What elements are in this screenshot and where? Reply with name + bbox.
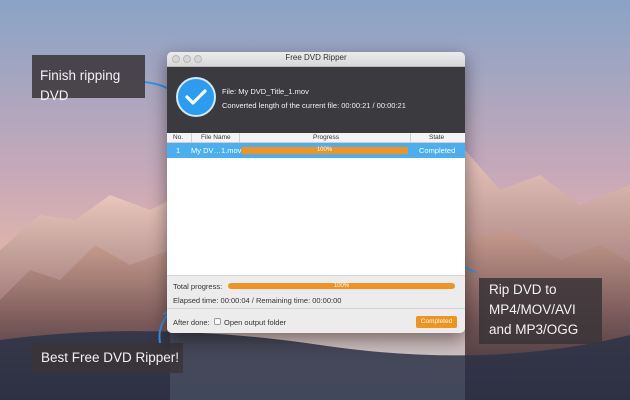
column-header-state[interactable]: State: [429, 134, 444, 141]
footer-divider: [167, 308, 465, 309]
column-header-progress[interactable]: Progress: [313, 134, 339, 141]
window-title: Free DVD Ripper: [285, 53, 347, 62]
completed-button[interactable]: Completed: [416, 316, 457, 328]
title-bar[interactable]: Free DVD Ripper: [167, 52, 465, 67]
total-progress-bar: 100%: [228, 283, 455, 289]
open-output-folder-label[interactable]: Open output folder: [224, 318, 286, 327]
elapsed-time-label: Elapsed time: 00:00:04 / Remaining time:…: [173, 296, 342, 305]
callout-rip-formats: Rip DVD to MP4/MOV/AVI and MP3/OGG: [479, 278, 602, 344]
column-header-no[interactable]: No.: [173, 134, 183, 141]
total-progress-text: 100%: [333, 283, 350, 289]
conversion-header: File: My DVD_Title_1.mov Converted lengt…: [167, 67, 465, 133]
checkmark-icon: [176, 77, 216, 117]
callout-finish-ripping: Finish ripping DVD: [32, 55, 145, 103]
open-output-folder-checkbox[interactable]: [214, 318, 221, 325]
after-done-label: After done:: [173, 318, 210, 327]
callout-best-ripper-text: Best Free DVD Ripper!: [41, 350, 180, 365]
row-number: 1: [176, 146, 181, 155]
table-row[interactable]: 1 My DV…1.mov 100% Completed: [167, 143, 465, 158]
callout-best-ripper: Best Free DVD Ripper!: [32, 343, 183, 373]
footer-panel: Total progress: 100% Elapsed time: 00:00…: [167, 275, 465, 333]
total-progress-label: Total progress:: [173, 282, 223, 291]
row-progress-bar: 100%: [241, 147, 408, 154]
app-window: Free DVD Ripper File: My DVD_Title_1.mov…: [167, 52, 465, 333]
row-progress-text: 100%: [316, 147, 333, 153]
file-list[interactable]: 1 My DV…1.mov 100% Completed: [167, 143, 465, 275]
callout-rip-formats-line-2: MP4/MOV/AVI: [489, 302, 576, 317]
row-file-name: My DV…1.mov: [191, 146, 242, 155]
callout-rip-formats-line-3: and MP3/OGG: [489, 322, 579, 337]
current-file-label: File: My DVD_Title_1.mov: [222, 87, 309, 96]
row-state: Completed: [419, 146, 456, 155]
table-header: No. File Name Progress State: [167, 133, 465, 143]
converted-length-label: Converted length of the current file: 00…: [222, 101, 406, 110]
callout-finish-ripping-text: Finish ripping DVD: [40, 68, 121, 103]
column-header-file-name[interactable]: File Name: [201, 134, 231, 141]
callout-rip-formats-line-1: Rip DVD to: [489, 282, 557, 297]
